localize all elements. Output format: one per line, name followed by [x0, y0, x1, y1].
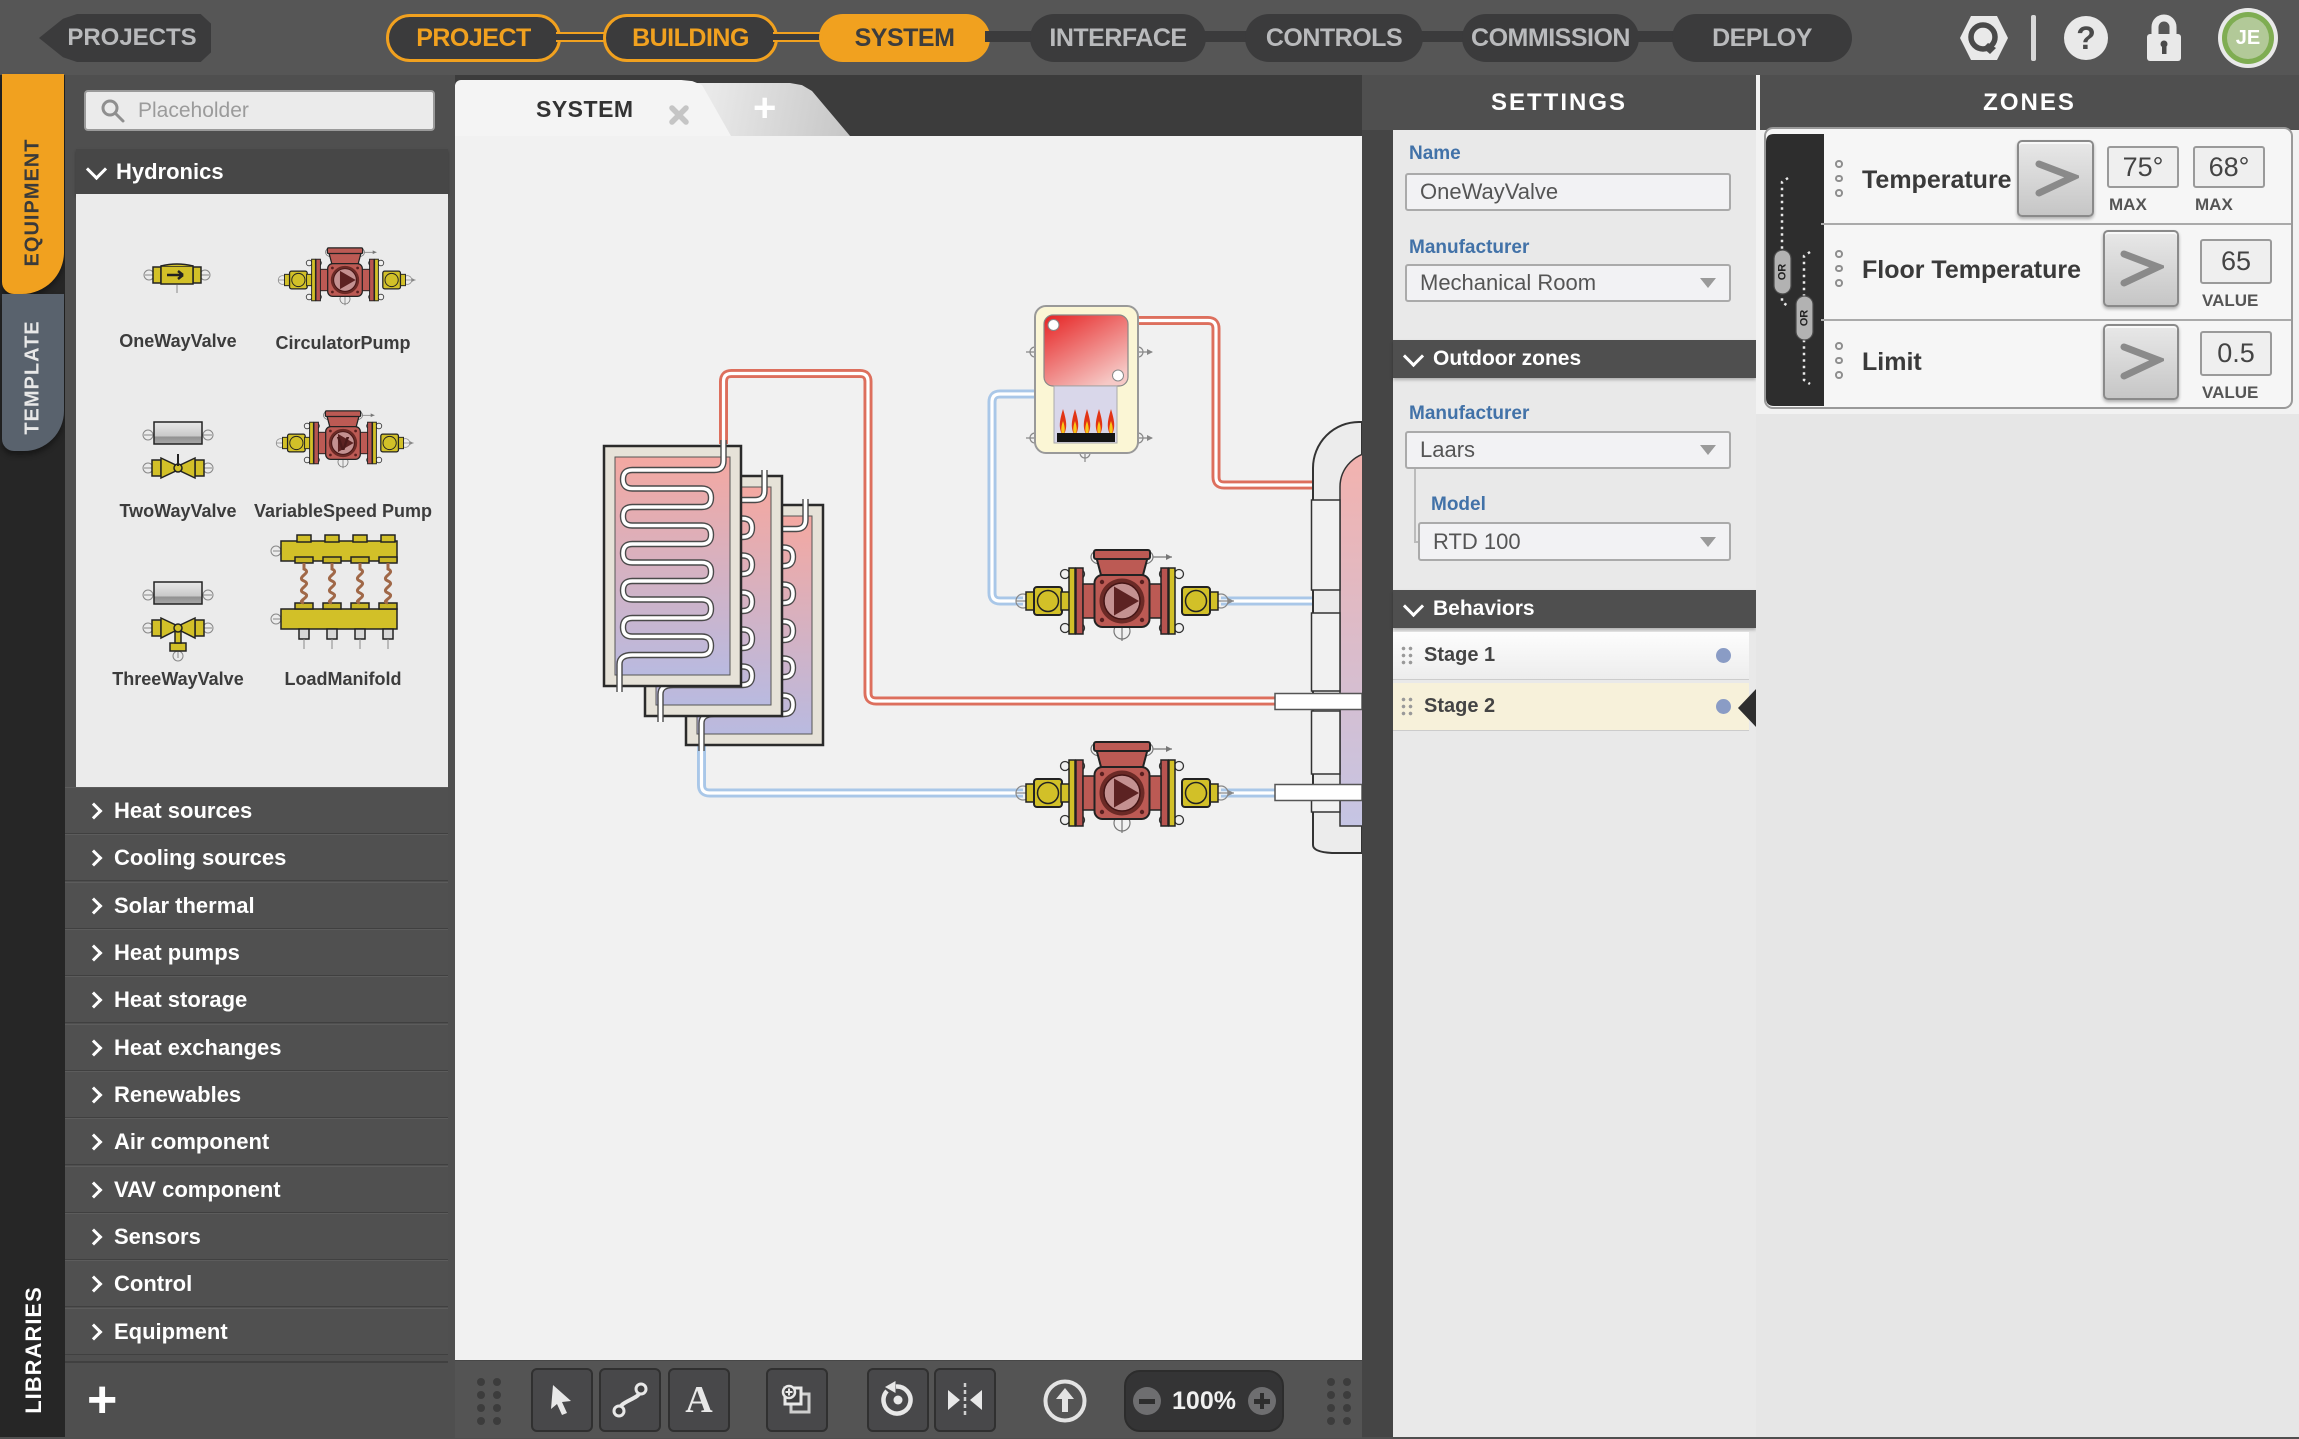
svg-text:OR: OR: [1799, 310, 1811, 327]
svg-text:V: V: [337, 434, 350, 455]
svg-text:CirculatorPump: CirculatorPump: [275, 333, 410, 353]
svg-text:ThreeWayValve: ThreeWayValve: [112, 669, 243, 689]
svg-text:TwoWayValve: TwoWayValve: [119, 501, 236, 521]
svg-text:LoadManifold: LoadManifold: [285, 669, 402, 689]
svg-text:OneWayValve: OneWayValve: [119, 331, 236, 351]
svg-text:VariableSpeed Pump: VariableSpeed Pump: [254, 501, 432, 521]
svg-text:OR: OR: [1777, 264, 1789, 281]
